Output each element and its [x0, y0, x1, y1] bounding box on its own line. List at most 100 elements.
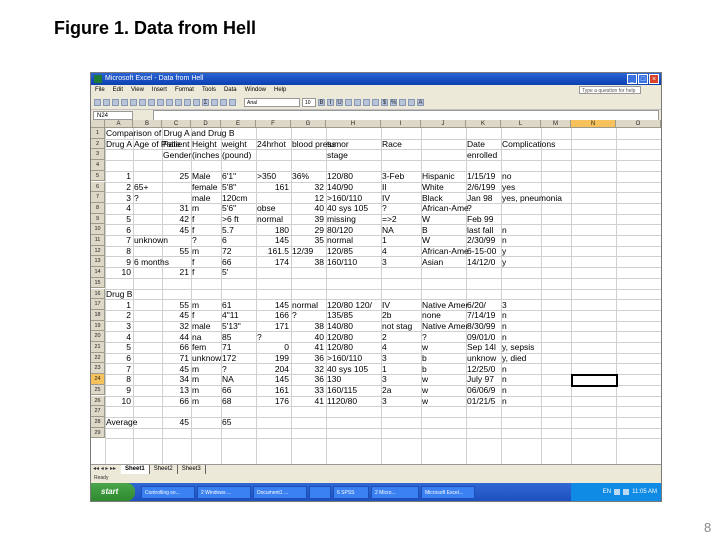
cell[interactable]: 39 [291, 214, 324, 224]
align-center-icon[interactable] [354, 99, 361, 106]
cell[interactable]: w [422, 385, 428, 395]
cell[interactable]: 5 [105, 342, 131, 352]
italic-icon[interactable]: I [327, 99, 334, 106]
cell[interactable]: 44 [162, 332, 189, 342]
cell[interactable]: ? [134, 193, 139, 203]
borders-icon[interactable] [399, 99, 406, 106]
merge-icon[interactable] [372, 99, 379, 106]
cell[interactable]: missing [327, 214, 356, 224]
underline-icon[interactable]: U [336, 99, 343, 106]
cell[interactable]: >6 ft [222, 214, 239, 224]
cell[interactable]: 5.7 [222, 225, 234, 235]
cell[interactable]: W [422, 214, 430, 224]
cell[interactable]: 6 [105, 353, 131, 363]
cell[interactable]: 66 [162, 396, 189, 406]
cell[interactable]: f [192, 257, 194, 267]
cell[interactable]: 3 [105, 193, 131, 203]
currency-icon[interactable]: $ [381, 99, 388, 106]
cell[interactable]: IV [382, 193, 390, 203]
cell[interactable]: no [502, 171, 511, 181]
column-header[interactable]: G [291, 120, 326, 128]
cell[interactable]: White [422, 182, 444, 192]
cell[interactable]: 199 [256, 353, 289, 363]
column-header[interactable]: E [221, 120, 256, 128]
cell[interactable]: Black [422, 193, 443, 203]
row-header[interactable]: 23 [91, 363, 105, 375]
cell[interactable]: obse [257, 203, 275, 213]
cell[interactable]: W [422, 235, 430, 245]
row-header[interactable]: 26 [91, 395, 105, 407]
row-header[interactable]: 24 [91, 374, 105, 385]
column-header[interactable]: F [256, 120, 291, 128]
cell[interactable]: 145 [256, 300, 289, 310]
cell[interactable]: 14/12/0 [467, 257, 495, 267]
cell[interactable]: 120/80 [327, 171, 353, 181]
cell[interactable]: 174 [256, 257, 289, 267]
cell[interactable]: 145 [256, 374, 289, 384]
cell[interactable]: male [192, 321, 210, 331]
start-button[interactable]: start [91, 483, 135, 501]
cell[interactable]: 4 [105, 203, 131, 213]
cell[interactable]: stage [327, 150, 348, 160]
menu-help[interactable]: Help [270, 85, 290, 96]
cell[interactable]: 41 [291, 396, 324, 406]
hyperlink-icon[interactable] [193, 99, 200, 106]
row-header[interactable]: 29 [91, 427, 105, 439]
cell[interactable]: 5'6" [222, 203, 236, 213]
row-header[interactable]: 3 [91, 149, 105, 161]
cell[interactable]: II [382, 182, 387, 192]
cell[interactable]: 25 [162, 171, 189, 181]
cut-icon[interactable] [148, 99, 155, 106]
cell[interactable]: yes [502, 182, 515, 192]
cell[interactable]: m [192, 246, 199, 256]
cell[interactable]: 34 [162, 374, 189, 384]
cell[interactable]: unknow [467, 353, 496, 363]
cell[interactable]: =>2 [382, 214, 397, 224]
cell[interactable]: 6 months [134, 257, 169, 267]
row-header[interactable]: 1 [91, 128, 105, 139]
cell[interactable]: (pound) [222, 150, 251, 160]
save-icon[interactable] [112, 99, 119, 106]
taskbar-item[interactable]: Controlling so... [141, 485, 195, 499]
cell[interactable]: m [192, 374, 199, 384]
redo-icon[interactable] [184, 99, 191, 106]
cell[interactable]: 13 [162, 385, 189, 395]
cell[interactable]: w [422, 396, 428, 406]
cell[interactable]: Native Amer [422, 300, 468, 310]
cell[interactable]: m [192, 300, 199, 310]
row-header[interactable]: 12 [91, 245, 105, 257]
menu-format[interactable]: Format [171, 85, 198, 96]
cell[interactable]: 3 [105, 321, 131, 331]
cell[interactable]: 140/80 [327, 321, 353, 331]
cell[interactable]: 140/90 [327, 182, 353, 192]
cell[interactable]: n [502, 364, 507, 374]
cell[interactable]: Complications [502, 139, 555, 149]
cell[interactable]: 5'8" [222, 182, 236, 192]
align-left-icon[interactable] [345, 99, 352, 106]
cell[interactable]: n [502, 332, 507, 342]
menu-window[interactable]: Window [241, 85, 270, 96]
cell[interactable]: w [422, 374, 428, 384]
select-all-corner[interactable] [91, 120, 105, 128]
menu-insert[interactable]: Insert [148, 85, 171, 96]
cell[interactable]: 31 [162, 203, 189, 213]
cell[interactable]: 01/21/5 [467, 396, 495, 406]
cell[interactable]: 66 [222, 385, 231, 395]
cell[interactable]: Patient [163, 139, 189, 149]
cell[interactable]: not stag [382, 321, 412, 331]
cell[interactable]: ? [467, 203, 472, 213]
cell[interactable]: 12 [291, 193, 324, 203]
row-header[interactable]: 6 [91, 181, 105, 193]
sort-icon[interactable] [211, 99, 218, 106]
cell[interactable]: female [192, 182, 218, 192]
row-header[interactable]: 9 [91, 213, 105, 225]
cell[interactable]: 120/80 [327, 342, 353, 352]
print-icon[interactable] [121, 99, 128, 106]
cell[interactable]: 12/39 [292, 246, 313, 256]
cell[interactable]: 10 [105, 267, 131, 277]
cell[interactable]: male [192, 193, 210, 203]
cell[interactable]: unknown [134, 235, 168, 245]
font-size-select[interactable]: 10 [302, 98, 316, 107]
cell[interactable]: July 97 [467, 374, 494, 384]
cell[interactable]: NA [382, 225, 394, 235]
